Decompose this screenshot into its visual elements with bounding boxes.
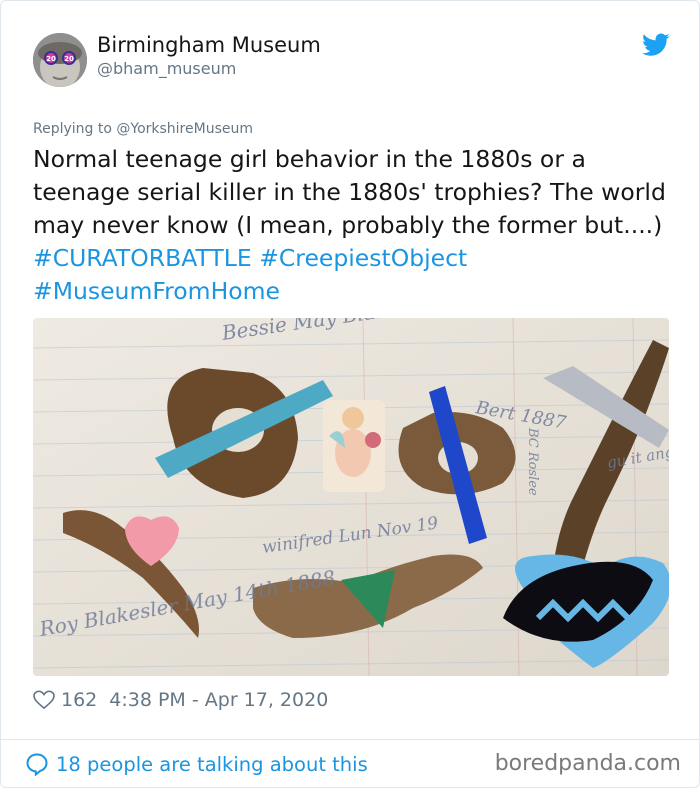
conversation-text: 18 people are talking about this — [56, 752, 368, 776]
avatar-image: 20 20 — [33, 33, 87, 87]
user-handle[interactable]: @bham_museum — [97, 59, 236, 78]
svg-text:20: 20 — [46, 55, 56, 63]
avatar[interactable]: 20 20 — [33, 33, 87, 87]
display-name[interactable]: Birmingham Museum — [97, 33, 321, 57]
heart-icon[interactable] — [33, 690, 55, 710]
svg-text:20: 20 — [64, 55, 74, 63]
tweet-timestamp[interactable]: 4:38 PM - Apr 17, 2020 — [109, 689, 328, 711]
photo-illustration: Bessie May Blakesley 1885. Bert 1887 BC … — [33, 318, 669, 676]
cherub-card — [323, 400, 385, 492]
hashtag-curatorbattle[interactable]: #CURATORBATTLE — [33, 244, 252, 272]
tweet-card: 20 20 Birmingham Museum @bham_museum Rep… — [0, 0, 700, 788]
tweet-body: Normal teenage girl behavior in the 1880… — [33, 145, 666, 239]
divider — [1, 739, 700, 740]
tweet-photo[interactable]: Bessie May Blakesley 1885. Bert 1887 BC … — [33, 318, 669, 676]
hashtag-creepiestobject[interactable]: #CreepiestObject — [259, 244, 467, 272]
reply-to[interactable]: Replying to @YorkshireMuseum — [33, 121, 253, 137]
conversation-link[interactable]: 18 people are talking about this — [25, 749, 368, 779]
twitter-bird-icon[interactable] — [642, 33, 670, 57]
like-count[interactable]: 162 — [61, 689, 97, 711]
comment-bubble-icon — [26, 753, 48, 776]
photo-side-note: BC Roslee — [525, 427, 540, 496]
tweet-text: Normal teenage girl behavior in the 1880… — [33, 143, 673, 308]
hashtag-museumfromhome[interactable]: #MuseumFromHome — [33, 277, 280, 305]
watermark: boredpanda.com — [494, 751, 681, 776]
tweet-meta: 162 4:38 PM - Apr 17, 2020 — [33, 687, 328, 713]
